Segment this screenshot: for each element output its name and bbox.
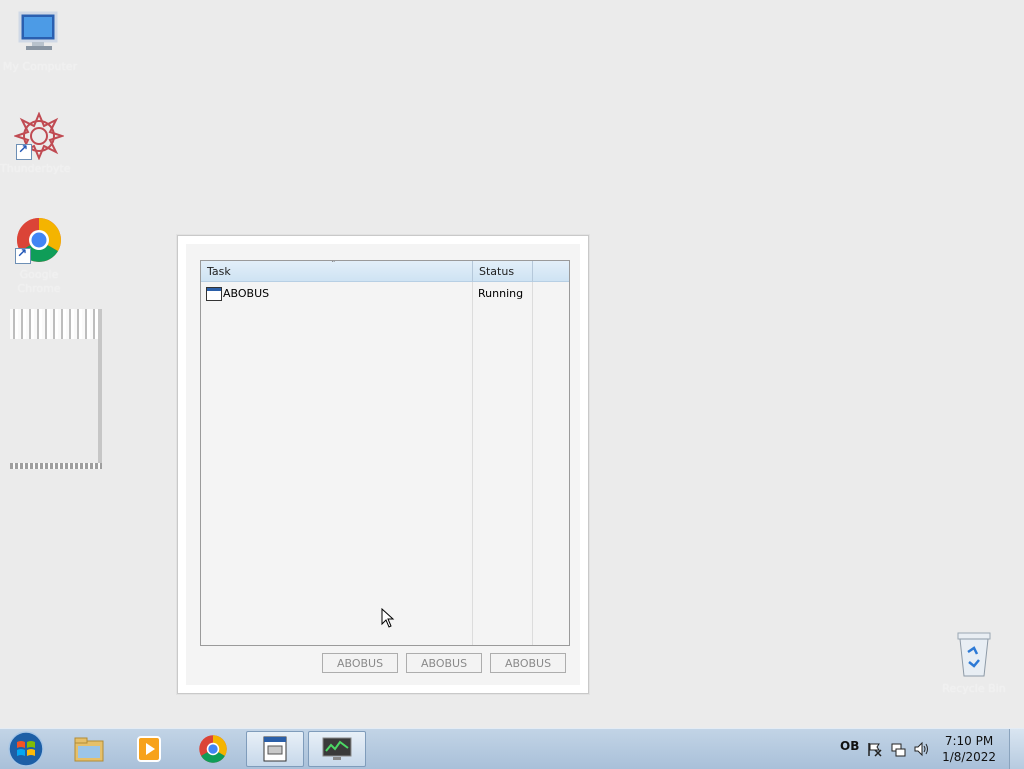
taskbar-chrome[interactable]: [184, 731, 242, 767]
desktop-label-my-computer: My Computer: [2, 60, 78, 73]
action-button-1[interactable]: ABOBUS: [322, 653, 398, 673]
taskbar-file-explorer[interactable]: [60, 731, 118, 767]
computer-icon: [18, 11, 58, 50]
clock-date: 1/8/2022: [942, 750, 996, 764]
column-header-status[interactable]: Status: [473, 261, 533, 282]
clock-time: 7:10 PM: [944, 734, 994, 748]
sort-ascending-icon: ˄: [331, 260, 336, 270]
column-divider: [472, 282, 473, 645]
chrome-icon: [199, 735, 227, 763]
desktop-label-recycle-bin: Recycle Bin: [942, 682, 1006, 695]
taskbar: ОВ 7:10 PM 1/8/2022: [0, 728, 1024, 769]
task-status: Running: [478, 287, 524, 300]
action-center-flag-icon[interactable]: [866, 741, 882, 757]
desktop-icon-google-chrome[interactable]: Google Chrome: [0, 216, 80, 296]
desktop-icon-my-computer[interactable]: My Computer: [0, 10, 80, 80]
desktop-label-thunderbyte: Thunderbyte: [0, 162, 71, 175]
task-name: ABOBUS: [223, 287, 270, 300]
column-header-task[interactable]: Task ˄: [201, 261, 473, 282]
display-glitch-artifact: [10, 309, 102, 469]
media-player-icon: [137, 736, 161, 762]
desktop-label-google-chrome: Google Chrome: [17, 268, 61, 295]
monitor-app-icon: [322, 737, 352, 760]
shortcut-arrow-icon: [15, 246, 31, 264]
mouse-cursor-icon: [381, 608, 395, 628]
taskbar-media-player[interactable]: [120, 731, 178, 767]
network-icon[interactable]: [890, 741, 906, 757]
volume-icon[interactable]: [913, 741, 931, 757]
language-indicator[interactable]: ОВ: [840, 739, 859, 753]
system-clock[interactable]: 7:10 PM 1/8/2022: [942, 733, 996, 765]
show-desktop-button[interactable]: [1009, 729, 1024, 769]
task-window-icon: [263, 736, 287, 762]
desktop-icon-thunderbyte[interactable]: Thunderbyte: [0, 112, 80, 182]
column-divider: [532, 282, 533, 645]
file-explorer-icon: [74, 737, 104, 762]
column-header-empty: [533, 261, 569, 282]
table-row[interactable]: ABOBUS Running: [201, 285, 569, 303]
task-list[interactable]: Task ˄ Status ABOBUS Running: [200, 260, 570, 646]
taskbar-task-window[interactable]: [246, 731, 304, 767]
action-button-3[interactable]: ABOBUS: [490, 653, 566, 673]
action-button-2[interactable]: ABOBUS: [406, 653, 482, 673]
application-window-icon: [206, 287, 222, 301]
taskbar-monitor-app[interactable]: [308, 731, 366, 767]
recycle-bin-icon: [957, 632, 991, 677]
start-orb-icon: [8, 731, 44, 767]
desktop-icon-recycle-bin[interactable]: Recycle Bin: [934, 630, 1014, 700]
shortcut-arrow-icon: [16, 142, 32, 160]
start-button[interactable]: [0, 731, 54, 767]
